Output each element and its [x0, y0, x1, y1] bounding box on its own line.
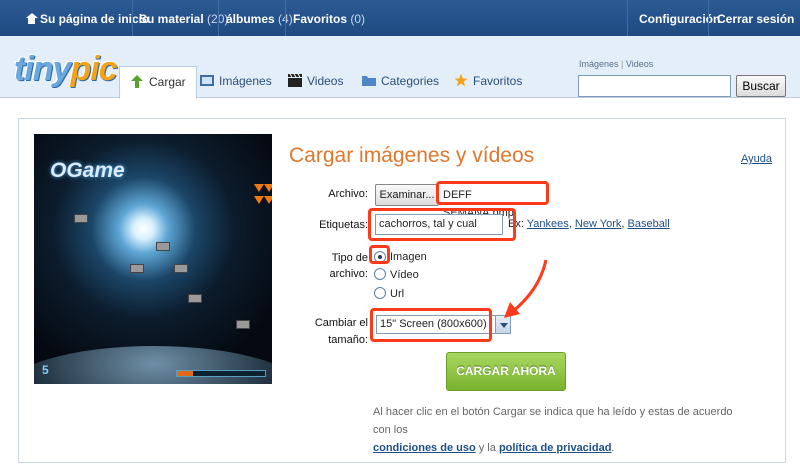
arrow-marker	[264, 184, 272, 192]
file-type-label: Tipo de archivo:	[312, 250, 368, 282]
example-tag-yankees[interactable]: Yankees	[527, 218, 569, 230]
tab-favoritos[interactable]: Favoritos	[454, 66, 522, 98]
divider	[285, 0, 286, 36]
logo-part-tiny: tiny	[14, 50, 71, 88]
home-link[interactable]: Su página de inicio	[25, 12, 149, 26]
progress-bar	[176, 370, 266, 377]
annotation-highlight-resize	[370, 308, 492, 342]
tab-imagenes-label: Imágenes	[219, 74, 272, 88]
legal-and: y la	[478, 442, 496, 454]
search-button[interactable]: Buscar	[736, 75, 786, 97]
search-input[interactable]	[578, 75, 731, 97]
legal-notice: Al hacer clic en el botón Cargar se indi…	[373, 403, 743, 457]
ship-graphic	[188, 294, 202, 303]
radio-url[interactable]	[374, 287, 386, 299]
resize-label-line1: Cambiar el	[314, 317, 368, 329]
search-scope-images[interactable]: Imágenes	[579, 59, 619, 69]
ship-graphic	[74, 214, 88, 223]
tab-videos[interactable]: Videos	[288, 66, 343, 98]
terms-link[interactable]: condiciones de uso	[373, 442, 476, 454]
file-type-label-line2: archivo:	[329, 268, 368, 280]
radio-video[interactable]	[374, 268, 386, 280]
tab-imagenes[interactable]: Imágenes	[200, 66, 272, 98]
arrow-marker	[264, 196, 272, 204]
example-tag-new-york[interactable]: New York	[575, 218, 621, 230]
file-label: Archivo:	[328, 188, 368, 200]
arrow-marker	[254, 184, 264, 192]
image-preview: OGame 5	[34, 134, 272, 384]
upload-now-button[interactable]: CARGAR AHORA	[446, 352, 566, 391]
browse-button[interactable]: Examinar...	[375, 184, 439, 206]
my-material-label: Su material	[139, 12, 204, 26]
legal-end: .	[611, 442, 615, 454]
ship-graphic	[236, 320, 250, 329]
albums-link[interactable]: álbumes (4)	[226, 12, 293, 26]
legal-text: Al hacer clic en el botón Cargar se indi…	[373, 406, 733, 436]
home-icon	[25, 13, 38, 24]
ship-graphic	[174, 264, 188, 273]
top-navigation-bar: Su página de inicio Su material (20) álb…	[0, 0, 800, 36]
divider	[132, 0, 133, 36]
favorites-label: Favoritos	[293, 12, 348, 26]
resize-label: Cambiar el tamaño:	[300, 315, 368, 349]
divider	[708, 0, 709, 36]
ship-graphic	[130, 264, 144, 273]
radio-imagen-label: Imagen	[390, 251, 427, 263]
images-icon	[200, 75, 214, 86]
tab-videos-label: Videos	[307, 74, 344, 88]
logo-part-pic: pic	[70, 50, 117, 88]
tab-categories-label: Categories	[381, 74, 440, 88]
example-tag-baseball[interactable]: Baseball	[628, 218, 670, 230]
search-scope-links: Imágenes | Videos	[579, 59, 653, 69]
tab-cargar[interactable]: Cargar	[119, 66, 197, 99]
annotation-arrow	[504, 259, 548, 318]
favorites-link[interactable]: Favoritos (0)	[293, 12, 365, 26]
clapperboard-icon	[288, 74, 302, 87]
search-scope-separator: |	[621, 59, 624, 69]
tab-favoritos-label: Favoritos	[473, 74, 523, 88]
divider	[627, 0, 628, 36]
radio-url-label: Url	[390, 288, 405, 300]
tinypic-logo[interactable]: tinypic	[14, 50, 118, 89]
file-type-label-line1: Tipo de	[331, 252, 368, 264]
logout-link[interactable]: Cerrar sesión	[717, 12, 794, 26]
level-number: 5	[42, 363, 49, 377]
tab-categories[interactable]: Categories	[362, 66, 439, 98]
folder-icon	[362, 76, 376, 86]
albums-label: álbumes	[226, 12, 275, 26]
annotation-highlight-filename	[436, 181, 549, 205]
upload-arrow-icon	[131, 75, 143, 88]
tab-cargar-label: Cargar	[149, 75, 186, 89]
star-icon	[454, 74, 468, 87]
annotation-highlight-radio	[369, 245, 390, 264]
arrow-marker	[254, 196, 264, 204]
favorites-count: (0)	[350, 12, 366, 26]
progress-fill	[177, 371, 193, 376]
planet-graphic	[34, 346, 272, 384]
game-logo-text: OGame	[50, 159, 125, 182]
annotation-highlight-tags	[368, 208, 516, 241]
resize-label-line2: tamaño:	[328, 334, 368, 346]
example-tags: Ex: Yankees, New York, Baseball	[508, 218, 670, 230]
page-title: Cargar imágenes y vídeos	[289, 144, 535, 167]
my-material-link[interactable]: Su material (20)	[139, 12, 228, 26]
radio-video-label: Vídeo	[390, 269, 419, 281]
ship-graphic	[156, 242, 170, 251]
help-link[interactable]: Ayuda	[741, 153, 772, 165]
divider	[218, 0, 219, 36]
tags-label: Etiquetas:	[319, 219, 368, 231]
search-scope-videos[interactable]: Videos	[626, 59, 653, 69]
privacy-link[interactable]: política de privacidad	[499, 442, 611, 454]
